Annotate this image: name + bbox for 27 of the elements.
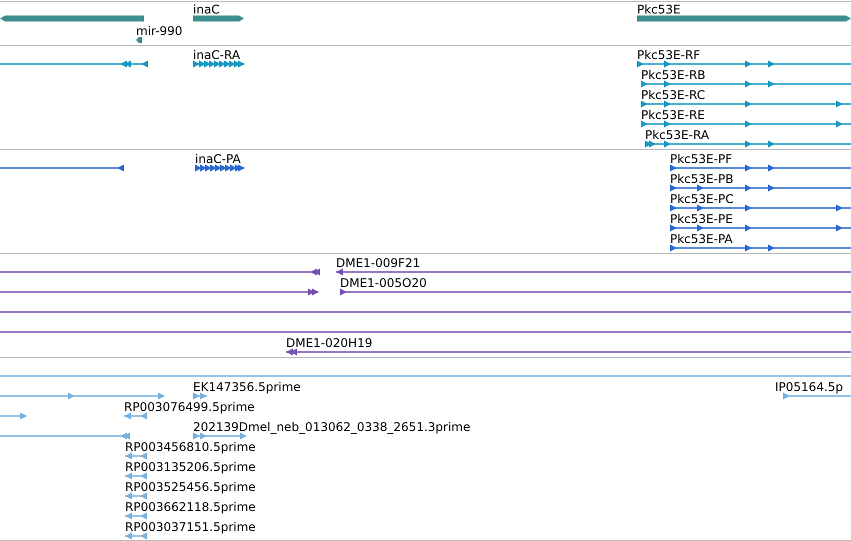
feature-label: IP05164.5p <box>775 380 844 394</box>
feature-label: Pkc53E-PB <box>670 172 734 186</box>
feature-label: Pkc53E-RE <box>641 108 705 122</box>
feature-label: Pkc53E-PC <box>670 192 734 206</box>
feature-label: mir-990 <box>136 24 182 38</box>
feature-label: Pkc53E-PF <box>670 152 732 166</box>
feature-label: RP003037151.5prime <box>125 520 256 534</box>
feature-label: RP003662118.5prime <box>125 500 256 514</box>
feature-label: RP003456810.5prime <box>125 440 256 454</box>
feature-label: RP003076499.5prime <box>124 400 255 414</box>
feature-label: EK147356.5prime <box>193 380 301 394</box>
feature-label: Pkc53E-RA <box>645 128 710 142</box>
feature-label: Pkc53E-RF <box>637 48 700 62</box>
feature-label: inaC-PA <box>195 152 241 166</box>
feature-label: RP003525456.5prime <box>125 480 256 494</box>
feature-label: Pkc53E-RB <box>641 68 706 82</box>
feature-label: Pkc53E-PE <box>670 212 733 226</box>
feature-label: DME1-020H19 <box>286 336 372 350</box>
feature-label: inaC <box>193 2 220 16</box>
feature-label: Pkc53E-PA <box>670 232 733 246</box>
feature-label: inaC-RA <box>193 48 240 62</box>
feature-label: DME1-009F21 <box>336 256 420 270</box>
feature-label: DME1-005O20 <box>340 276 427 290</box>
feature-label: Pkc53E <box>637 2 681 16</box>
feature-label: RP003135206.5prime <box>125 460 256 474</box>
feature-label: 202139Dmel_neb_013062_0338_2651.3prime <box>193 420 470 434</box>
feature-label: Pkc53E-RC <box>641 88 706 102</box>
